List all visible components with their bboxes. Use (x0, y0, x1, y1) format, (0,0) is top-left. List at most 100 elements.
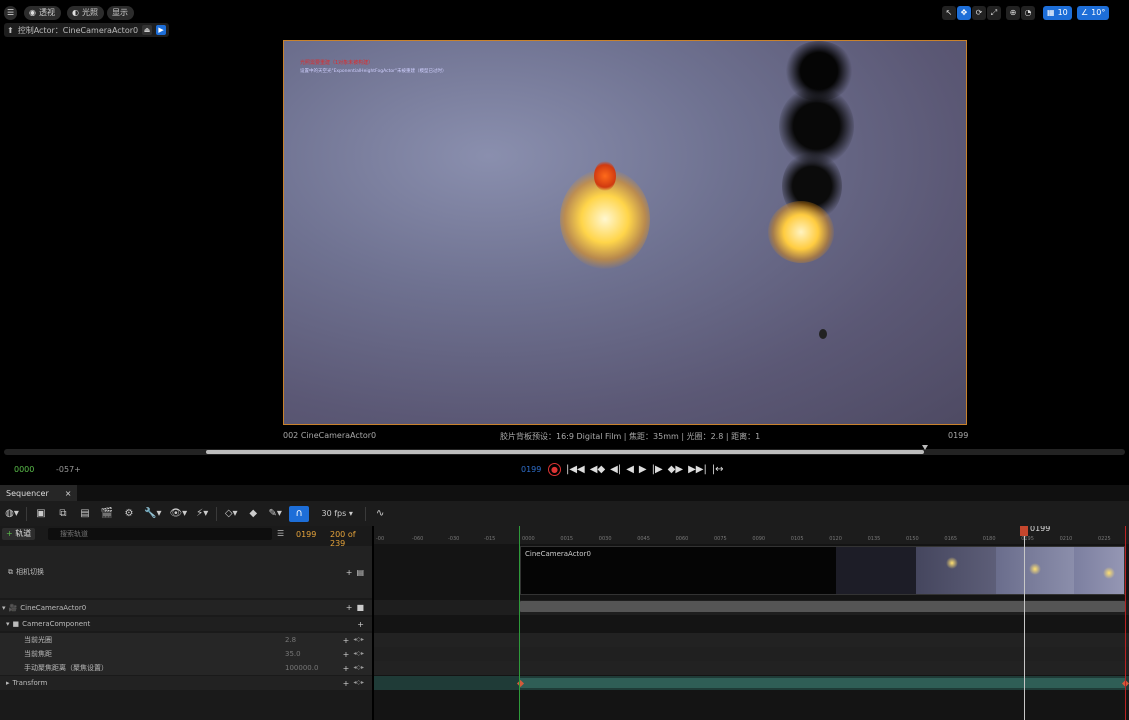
camera-icon[interactable]: ■ (356, 603, 364, 612)
track-row-aperture[interactable]: 当前光圈 2.8 + ◂◇▸ (0, 633, 372, 647)
jump-to-start-icon[interactable]: |◀◀ (566, 464, 585, 475)
playback-end-line[interactable] (1125, 526, 1126, 720)
select-icon[interactable]: ↖ (942, 6, 956, 20)
track-row-actor[interactable]: ▾ 🎥 CineCameraActor0 + ■ (0, 600, 372, 615)
auto-key-icon[interactable]: ◆ (245, 506, 261, 522)
eject-pilot-icon[interactable]: ⏏ (142, 25, 153, 35)
scrub-marker[interactable] (922, 445, 928, 450)
camera-cut-icon: ⧉ (8, 567, 13, 576)
track-label: 当前光圈 (24, 636, 52, 644)
track-value[interactable]: 2.8 (285, 636, 296, 644)
ruler-tick: 0105 (790, 536, 804, 542)
film-info-label: 胶片背板预设：16:9 Digital Film | 焦距：35mm | 光圈：… (500, 432, 761, 441)
add-key-icon[interactable]: + (343, 664, 350, 673)
viewport-scrub-bar[interactable] (4, 445, 1125, 455)
level-viewport[interactable]: ☰ ◉ 透视 ◐ 光照 显示 ⬆ 控制Actor：CineCameraActor… (0, 0, 1129, 478)
loop-icon[interactable]: |↔ (712, 464, 724, 475)
lit-button[interactable]: ◐ 光照 (67, 6, 104, 20)
previous-key-icon[interactable]: ◀◆ (590, 464, 605, 475)
track-row-camera-cut[interactable]: ⧉ 相机切换 + ▤ (0, 546, 372, 598)
world-icon[interactable]: ⊕ (1006, 6, 1020, 20)
perspective-label: 透视 (38, 8, 55, 17)
playback-options-icon[interactable]: ⚡▾ (194, 506, 210, 522)
camera-cut-section[interactable]: CineCameraActor0 (520, 546, 1125, 595)
track-row-focal-length[interactable]: 当前焦距 35.0 + ◂◇▸ (0, 647, 372, 661)
view-icon[interactable]: 👁▾ (168, 506, 188, 522)
surface-snap-icon[interactable]: ◔ (1021, 6, 1035, 20)
curve-editor-icon[interactable]: ∿ (372, 506, 388, 522)
perspective-button[interactable]: ◉ 透视 (24, 6, 61, 20)
track-row-component[interactable]: ▾ ■ CameraComponent + (0, 617, 372, 631)
track-area[interactable]: -00 -060 -030 -015 0000 0015 0030 0045 0060 0075 0… (374, 526, 1129, 720)
time-ruler[interactable]: -00 -060 -030 -015 0000 0015 0030 0045 0060 0075 0… (374, 526, 1129, 544)
save-icon[interactable]: ▣ (33, 506, 49, 522)
key-icon[interactable]: ◇▾ (223, 506, 239, 522)
ruler-tick: -060 (412, 536, 424, 542)
next-key-icon[interactable]: ◆▶ (668, 464, 683, 475)
camera-actor-bar[interactable] (520, 601, 1125, 612)
fire-core (594, 161, 616, 191)
render-movie-icon[interactable]: ▤ (77, 506, 93, 522)
plus-icon: + (6, 529, 13, 538)
add-key-icon[interactable]: + (343, 679, 350, 688)
step-back-icon[interactable]: ◀| (610, 464, 621, 475)
track-label: 相机切换 (16, 568, 44, 576)
scale-icon[interactable]: ⤢ (987, 6, 1001, 20)
add-icon[interactable]: + (346, 603, 353, 612)
camera-frame[interactable]: 光照需要重建（1对象未被构建） 设置中的天空光"ExponentialHeigh… (283, 40, 967, 425)
playhead-handle[interactable] (1020, 526, 1028, 536)
viewport-menu-button[interactable]: ☰ (4, 6, 18, 20)
ruler-tick: 0180 (982, 536, 996, 542)
track-label: CameraComponent (22, 620, 91, 628)
save-as-icon[interactable]: ⧉ (55, 506, 71, 522)
play-icon[interactable]: ▶ (639, 464, 647, 475)
key-nav-icon[interactable]: ◂◇▸ (353, 679, 364, 688)
jump-to-end-icon[interactable]: ▶▶| (688, 464, 707, 475)
fps-dropdown[interactable]: 30 fps ▾ (315, 506, 359, 522)
add-key-icon[interactable]: + (343, 636, 350, 645)
step-forward-icon[interactable]: |▶ (652, 464, 663, 475)
transform-section[interactable] (520, 678, 1125, 688)
rotate-icon[interactable]: ⟳ (972, 6, 986, 20)
add-key-icon[interactable]: + (343, 650, 350, 659)
playback-start-line[interactable] (519, 526, 520, 720)
chevron-down-icon[interactable]: ▾ (6, 620, 10, 628)
options-icon[interactable]: ▤ (356, 568, 364, 577)
filter-icon[interactable]: ☰ (277, 529, 284, 538)
track-row-transform[interactable]: ▸ Transform + ◂◇▸ (0, 676, 372, 690)
track-value[interactable]: 100000.0 (285, 664, 318, 672)
settings-icon[interactable]: ⚙ (121, 506, 137, 522)
record-icon[interactable]: ● (548, 462, 561, 476)
tools-icon[interactable]: 🔧▾ (143, 506, 162, 522)
clapper-icon[interactable]: 🎬 (99, 506, 115, 522)
snap-icon[interactable]: ∩ (289, 505, 310, 522)
sequencer-tab-label: Sequencer (6, 488, 49, 498)
scrub-range[interactable] (206, 450, 924, 454)
chevron-down-icon[interactable]: ▾ (2, 604, 6, 612)
chevron-right-icon[interactable]: ▸ (6, 679, 10, 687)
current-frame-field[interactable]: 0199 (296, 530, 316, 539)
track-search-input[interactable] (48, 528, 272, 540)
playhead-line[interactable] (1024, 536, 1025, 720)
track-label: Transform (12, 679, 48, 687)
grid-snap-button[interactable]: ▦ 10 (1043, 6, 1072, 20)
move-icon[interactable]: ✥ (957, 6, 971, 20)
add-icon[interactable]: + (357, 620, 364, 629)
key-nav-icon[interactable]: ◂◇▸ (353, 636, 364, 645)
track-label: CineCameraActor0 (20, 603, 87, 612)
tab-sequencer[interactable]: Sequencer × (0, 485, 78, 501)
track-row-focus-distance[interactable]: 手动聚焦距离（聚焦设置） 100000.0 + ◂◇▸ (0, 661, 372, 675)
key-nav-icon[interactable]: ◂◇▸ (353, 664, 364, 673)
close-icon[interactable]: × (65, 489, 72, 498)
add-icon[interactable]: + (346, 568, 353, 577)
show-button[interactable]: 显示 (107, 6, 134, 20)
track-outliner: + 轨道 ⌕ ☰ 0199 200 of 239 ⧉ 相机切换 +▤ ▾ 🎥 C… (0, 526, 372, 720)
edit-icon[interactable]: ✎▾ (267, 506, 283, 522)
add-track-button[interactable]: + 轨道 (2, 528, 36, 540)
camera-lock-icon[interactable]: ▶ (156, 25, 167, 35)
key-nav-icon[interactable]: ◂◇▸ (353, 650, 364, 659)
angle-snap-button[interactable]: ∠ 10° (1077, 6, 1110, 20)
world-icon[interactable]: ◍▾ (4, 506, 20, 522)
track-value[interactable]: 35.0 (285, 650, 301, 658)
play-reverse-icon[interactable]: ◀ (626, 464, 634, 475)
